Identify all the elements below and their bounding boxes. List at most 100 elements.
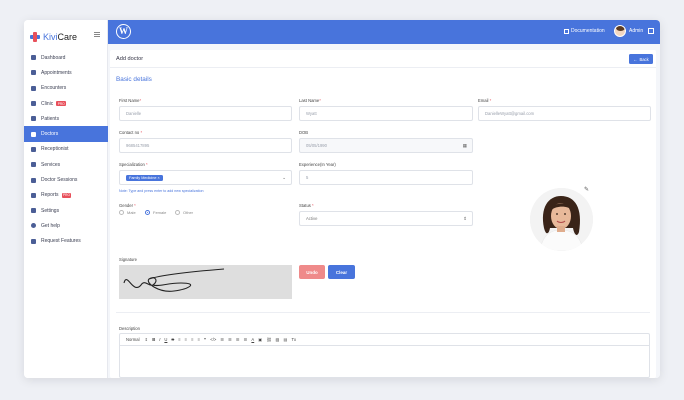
undo-button[interactable]: Undo — [299, 265, 325, 279]
documentation-link[interactable]: Documentation — [564, 28, 605, 34]
underline-icon[interactable]: U — [164, 337, 167, 342]
status-select[interactable]: Active ⇕ — [299, 211, 473, 226]
align-right-icon[interactable]: ≡ — [191, 337, 193, 342]
section-title: Basic details — [116, 76, 152, 83]
experience-field[interactable]: 5 — [299, 170, 473, 185]
doctor-profile-photo — [530, 188, 593, 251]
user-md-icon — [31, 131, 36, 137]
align-justify-icon[interactable]: ≡ — [198, 337, 200, 342]
clear-format-icon[interactable]: Tx — [291, 337, 296, 342]
italic-icon[interactable]: I — [159, 337, 160, 342]
sidebar-item-dashboard[interactable]: Dashboard — [24, 50, 108, 65]
video-icon[interactable]: ▤ — [283, 337, 287, 342]
brand-logo[interactable]: KiviCare — [30, 28, 77, 46]
dob-field[interactable]: 05/05/1990 ▦ — [299, 138, 473, 153]
indent-icon[interactable]: ☰ — [236, 337, 240, 342]
bold-icon[interactable]: B — [152, 337, 155, 342]
last-name-field[interactable]: Wyatt — [299, 106, 473, 121]
quote-icon[interactable]: ❞ — [204, 337, 206, 342]
outdent-icon[interactable]: ☰ — [244, 337, 248, 342]
fullscreen-icon[interactable] — [648, 28, 654, 34]
sidebar-item-appointments[interactable]: Appointments — [24, 65, 108, 80]
add-doctor-card: Add doctor ← Back Basic details First Nam… — [110, 50, 656, 378]
sidebar-item-doctors[interactable]: Doctors — [24, 126, 108, 142]
sidebar-item-clinic[interactable]: Clinic PRO — [24, 96, 108, 111]
gender-label: Gender * — [119, 203, 136, 208]
specialization-label: Specialization * — [119, 162, 148, 167]
menu-toggle-icon[interactable] — [94, 32, 100, 37]
format-select[interactable]: Normal ⇕ — [126, 337, 148, 342]
avatar — [614, 25, 626, 37]
email-field[interactable]: DanielleWyatt@gmail.com — [478, 106, 651, 121]
sidebar-item-services[interactable]: Services — [24, 157, 108, 172]
align-center-icon[interactable]: ≡ — [185, 337, 187, 342]
top-bar: W Documentation Admin — [108, 20, 660, 44]
dashboard-icon — [31, 55, 36, 61]
chevron-down-icon: ⌄ — [282, 174, 286, 180]
help-icon — [31, 223, 36, 229]
sidebar-item-get-help[interactable]: Get help — [24, 218, 108, 233]
first-name-field[interactable]: Danielle — [119, 106, 292, 121]
users-icon — [31, 146, 36, 152]
contact-field[interactable]: 9685417895 — [119, 138, 292, 153]
edit-photo-icon[interactable]: ✎ — [584, 186, 589, 193]
services-icon — [31, 162, 36, 168]
gear-icon — [31, 208, 36, 214]
calendar-icon — [31, 85, 36, 91]
wordpress-icon[interactable]: W — [116, 24, 131, 39]
page-title: Add doctor — [116, 56, 144, 62]
pro-badge: PRO — [61, 192, 72, 198]
clear-button[interactable]: Clear — [328, 265, 355, 279]
list-ordered-icon[interactable]: ☰ — [220, 337, 224, 342]
arrow-left-icon: ← — [633, 56, 638, 62]
code-icon[interactable]: </> — [210, 337, 216, 342]
pro-badge: PRO — [56, 101, 67, 107]
specialization-hint: Note: Type and press enter to add new sp… — [119, 189, 204, 193]
user-menu[interactable]: Admin — [614, 25, 643, 37]
signature-drawing — [123, 268, 225, 292]
sidebar-item-reports[interactable]: Reports PRO — [24, 188, 108, 203]
brand-name-part2: Care — [57, 32, 78, 42]
report-icon — [31, 192, 36, 198]
kivicare-logo-icon — [30, 32, 40, 42]
gender-radio-male[interactable]: Male — [119, 210, 136, 215]
brand-name-part1: Kivi — [43, 32, 58, 42]
background-color-icon[interactable]: ▣ — [258, 337, 262, 342]
image-icon[interactable]: ▨ — [276, 337, 280, 342]
gender-radio-other[interactable]: Other — [175, 210, 193, 215]
select-arrows-icon: ⇕ — [463, 215, 467, 221]
strike-icon[interactable]: S — [171, 337, 174, 342]
calendar-icon — [31, 70, 36, 76]
last-name-label: Last Name* — [299, 98, 321, 103]
list-bullet-icon[interactable]: ☰ — [228, 337, 232, 342]
sidebar-item-request-features[interactable]: Request Features — [24, 234, 108, 249]
specialization-tag[interactable]: Family Medicine × — [126, 174, 163, 181]
main-content: Add doctor ← Back Basic details First Nam… — [108, 44, 660, 378]
dob-label: DOB — [299, 130, 309, 135]
patient-icon — [31, 116, 36, 122]
sidebar-item-encounters[interactable]: Encounters — [24, 81, 108, 96]
sidebar: KiviCare Dashboard Appointments Encounte… — [24, 20, 108, 378]
back-button[interactable]: ← Back — [629, 54, 653, 64]
description-editor[interactable]: Normal ⇕ B I U S ≡ ≡ ≡ ≡ ❞ </> ☰ ☰ ☰ ☰ A — [119, 333, 650, 378]
card-header: Add doctor ← Back — [110, 50, 656, 68]
divider — [116, 312, 650, 313]
signature-pad[interactable] — [119, 265, 292, 299]
sidebar-item-doctor-sessions[interactable]: Doctor Sessions — [24, 172, 108, 187]
gender-radio-female[interactable]: Female — [145, 210, 166, 215]
editor-toolbar: Normal ⇕ B I U S ≡ ≡ ≡ ≡ ❞ </> ☰ ☰ ☰ ☰ A — [120, 334, 649, 346]
calendar-icon[interactable]: ▦ — [463, 143, 467, 149]
sidebar-nav: Dashboard Appointments Encounters Clinic… — [24, 50, 108, 249]
calendar-icon — [31, 177, 36, 183]
text-color-icon[interactable]: A — [251, 337, 254, 342]
sidebar-item-patients[interactable]: Patients — [24, 111, 108, 126]
hospital-icon — [31, 101, 36, 107]
close-icon[interactable]: × — [158, 176, 160, 180]
sidebar-item-settings[interactable]: Settings — [24, 203, 108, 218]
email-label: Email * — [478, 98, 492, 103]
profile-portrait — [530, 188, 593, 251]
sidebar-item-receptionist[interactable]: Receptionist — [24, 142, 108, 157]
link-icon[interactable]: ⛓ — [266, 337, 271, 343]
align-left-icon[interactable]: ≡ — [178, 337, 180, 342]
specialization-select[interactable]: Family Medicine × ⌄ — [119, 170, 292, 185]
